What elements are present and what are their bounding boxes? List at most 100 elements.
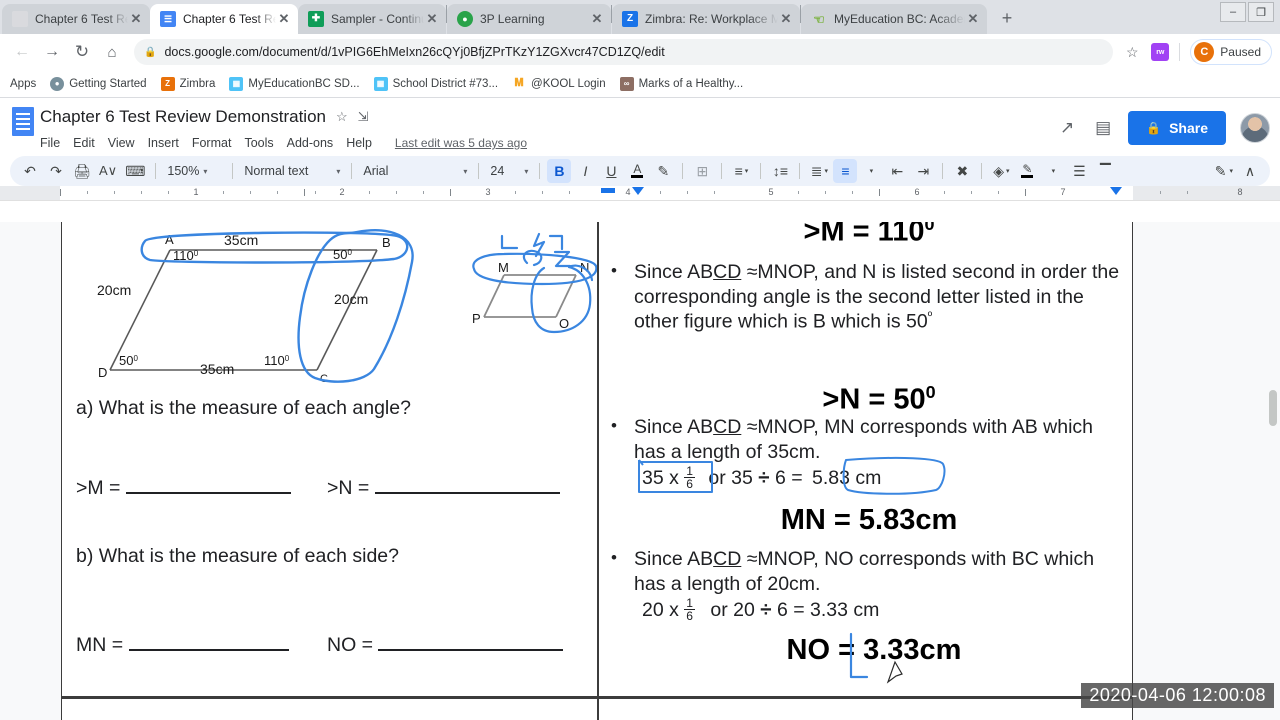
home-icon[interactable]: ⌂ [98, 38, 126, 66]
spelling-check-icon[interactable]: A∨ [96, 159, 120, 183]
extension-icon[interactable]: rw [1151, 43, 1170, 61]
border-color-icon[interactable]: ✎ [1015, 159, 1039, 183]
browser-tab-5[interactable]: ☜ MyEducation BC: Acader ✕ [801, 4, 987, 34]
profile-button[interactable]: C Paused [1190, 39, 1272, 65]
font-size-select[interactable]: 24 ▾ [486, 159, 532, 183]
bookmark-apps[interactable]: Apps [10, 78, 36, 90]
close-icon[interactable]: ✕ [965, 11, 981, 27]
menu-file[interactable]: File [40, 136, 60, 150]
browser-tab-3[interactable]: ● 3P Learning ✕ [447, 4, 611, 34]
division-icon: ÷ [760, 597, 772, 621]
new-tab-button[interactable]: + [993, 4, 1021, 32]
numbered-list-icon[interactable]: ≣ ▾ [807, 159, 831, 183]
insert-link-icon[interactable]: ⊞ [690, 159, 714, 183]
bulleted-list-icon[interactable]: ≡ [833, 159, 858, 183]
font-family-select[interactable]: Arial ▾ [359, 159, 471, 183]
browser-tab-4[interactable]: Z Zimbra: Re: Workplace M ✕ [612, 4, 800, 34]
comment-icon[interactable]: ▤ [1092, 118, 1114, 138]
school-district-bookmark-icon: ▦ [373, 76, 388, 91]
scrollbar-thumb[interactable] [1269, 390, 1277, 426]
menu-view[interactable]: View [108, 136, 135, 150]
decrease-indent-icon[interactable]: ⇤ [885, 159, 909, 183]
editing-mode-icon[interactable]: ✎ ▾ [1212, 159, 1236, 183]
menu-help[interactable]: Help [346, 136, 372, 150]
last-edit-label[interactable]: Last edit was 5 days ago [395, 136, 527, 150]
bookmark-getting-started[interactable]: ● Getting Started [50, 76, 147, 91]
underline-button[interactable]: U [599, 159, 623, 183]
answer-a-1-blank[interactable] [125, 492, 291, 494]
forward-icon[interactable]: → [38, 38, 66, 66]
back-icon[interactable]: ← [8, 38, 36, 66]
activity-dashboard-icon[interactable]: ↗ [1056, 118, 1078, 138]
bullet-icon: • [611, 416, 617, 435]
answer-a-2-blank[interactable] [374, 492, 560, 494]
minimize-button[interactable]: – [1220, 2, 1246, 22]
menu-tools[interactable]: Tools [244, 136, 273, 150]
border-dash-icon[interactable]: ▔ [1093, 159, 1117, 183]
border-weight-icon[interactable]: ☰ [1067, 159, 1091, 183]
fill-color-icon[interactable]: ◈ ▾ [989, 159, 1013, 183]
bookmarks-bar: Apps ● Getting Started Z Zimbra ▦ MyEduc… [0, 70, 1280, 98]
toolbar-divider [760, 163, 762, 179]
bookmark-zimbra[interactable]: Z Zimbra [160, 76, 215, 91]
bold-button[interactable]: B [547, 159, 572, 183]
document-ruler[interactable]: 1 2 3 4 5 6 7 8 [0, 186, 1280, 201]
close-icon[interactable]: ✕ [589, 11, 605, 27]
menu-insert[interactable]: Insert [148, 136, 179, 150]
move-to-folder-icon[interactable]: ⇲ [358, 109, 369, 125]
document-page[interactable]: A B C D 35cm 35cm 20cm 20cm 1100 500 110… [61, 222, 1133, 720]
print-icon[interactable]: 🖨 [70, 159, 94, 183]
menu-edit[interactable]: Edit [73, 136, 95, 150]
bookmark-star-icon[interactable]: ☆ [1119, 39, 1145, 65]
restore-button[interactable]: ❐ [1248, 2, 1274, 22]
undo-icon[interactable]: ↶ [18, 159, 42, 183]
reload-icon[interactable]: ↻ [68, 38, 96, 66]
line-spacing-icon[interactable]: ↕≡ [768, 159, 792, 183]
browser-tab-1[interactable]: ☰ Chapter 6 Test Review D ✕ [150, 4, 298, 34]
close-icon[interactable]: ✕ [128, 11, 144, 27]
document-title[interactable]: Chapter 6 Test Review Demonstration [40, 107, 326, 127]
vertical-scrollbar[interactable] [1266, 222, 1280, 720]
bookmark-school-district[interactable]: ▦ School District #73... [373, 76, 498, 91]
table-cell-left[interactable]: A B C D 35cm 35cm 20cm 20cm 1100 500 110… [62, 222, 597, 696]
bookmark-myeducationbc[interactable]: ▦ MyEducationBC SD... [229, 76, 360, 91]
left-indent-marker[interactable] [632, 187, 644, 195]
paragraph-style-select[interactable]: Normal text ▾ [240, 159, 344, 183]
text-color-icon[interactable]: A [625, 159, 649, 183]
chevron-down-icon: ▾ [463, 166, 468, 176]
document-canvas[interactable]: A B C D 35cm 35cm 20cm 20cm 1100 500 110… [0, 222, 1280, 720]
star-icon[interactable]: ☆ [336, 109, 348, 125]
close-icon[interactable]: ✕ [424, 11, 440, 27]
docs-menubar: File Edit View Insert Format Tools Add-o… [40, 132, 1056, 154]
address-bar[interactable]: 🔒 docs.google.com/document/d/1vPIG6EhMeI… [134, 39, 1114, 65]
paint-format-icon[interactable]: ⌨ [122, 159, 148, 183]
bookmark-marks-healthy[interactable]: ∞ Marks of a Healthy... [619, 76, 743, 91]
increase-indent-icon[interactable]: ⇥ [911, 159, 935, 183]
answer-b-2-blank[interactable] [378, 649, 564, 651]
highlight-color-icon[interactable]: ✎ [651, 159, 675, 183]
bookmark-kool-login[interactable]: 𝐌 @KOOL Login [512, 77, 605, 91]
close-icon[interactable]: ✕ [276, 11, 292, 27]
align-icon[interactable]: ≡ ▾ [729, 159, 753, 183]
calc-no-c: 6 = 3.33 cm [776, 598, 880, 621]
share-button[interactable]: 🔒 Share [1128, 111, 1226, 145]
zoom-select[interactable]: 150% ▾ [163, 159, 225, 183]
menu-format[interactable]: Format [192, 136, 232, 150]
browser-tab-0[interactable]: Chapter 6 Test Review A ✕ [2, 4, 150, 34]
collapse-toolbar-icon[interactable]: ∧ [1238, 159, 1262, 183]
answer-b-1-blank[interactable] [128, 649, 289, 651]
redo-icon[interactable]: ↷ [44, 159, 68, 183]
italic-button[interactable]: I [573, 159, 597, 183]
border-color-caret[interactable]: ▾ [1041, 159, 1065, 183]
user-avatar[interactable] [1240, 113, 1270, 143]
close-icon[interactable]: ✕ [778, 11, 794, 27]
menu-addons[interactable]: Add-ons [287, 136, 334, 150]
table-cell-right[interactable]: >M = 1100 • Since ABCD ≈MNOP, and N is l… [599, 222, 1134, 696]
browser-tab-2[interactable]: ✚ Sampler - Continuity Pro ✕ [298, 4, 446, 34]
clear-formatting-icon[interactable]: ✖ [950, 159, 974, 183]
ruler-number: 8 [1237, 187, 1243, 197]
indent-bar[interactable] [601, 188, 615, 193]
bullet-3-text: Since ABCD ≈MNOP, NO corresponds with BC… [634, 547, 1126, 596]
bulleted-list-caret[interactable]: ▾ [859, 159, 883, 183]
right-indent-marker[interactable] [1110, 187, 1122, 195]
